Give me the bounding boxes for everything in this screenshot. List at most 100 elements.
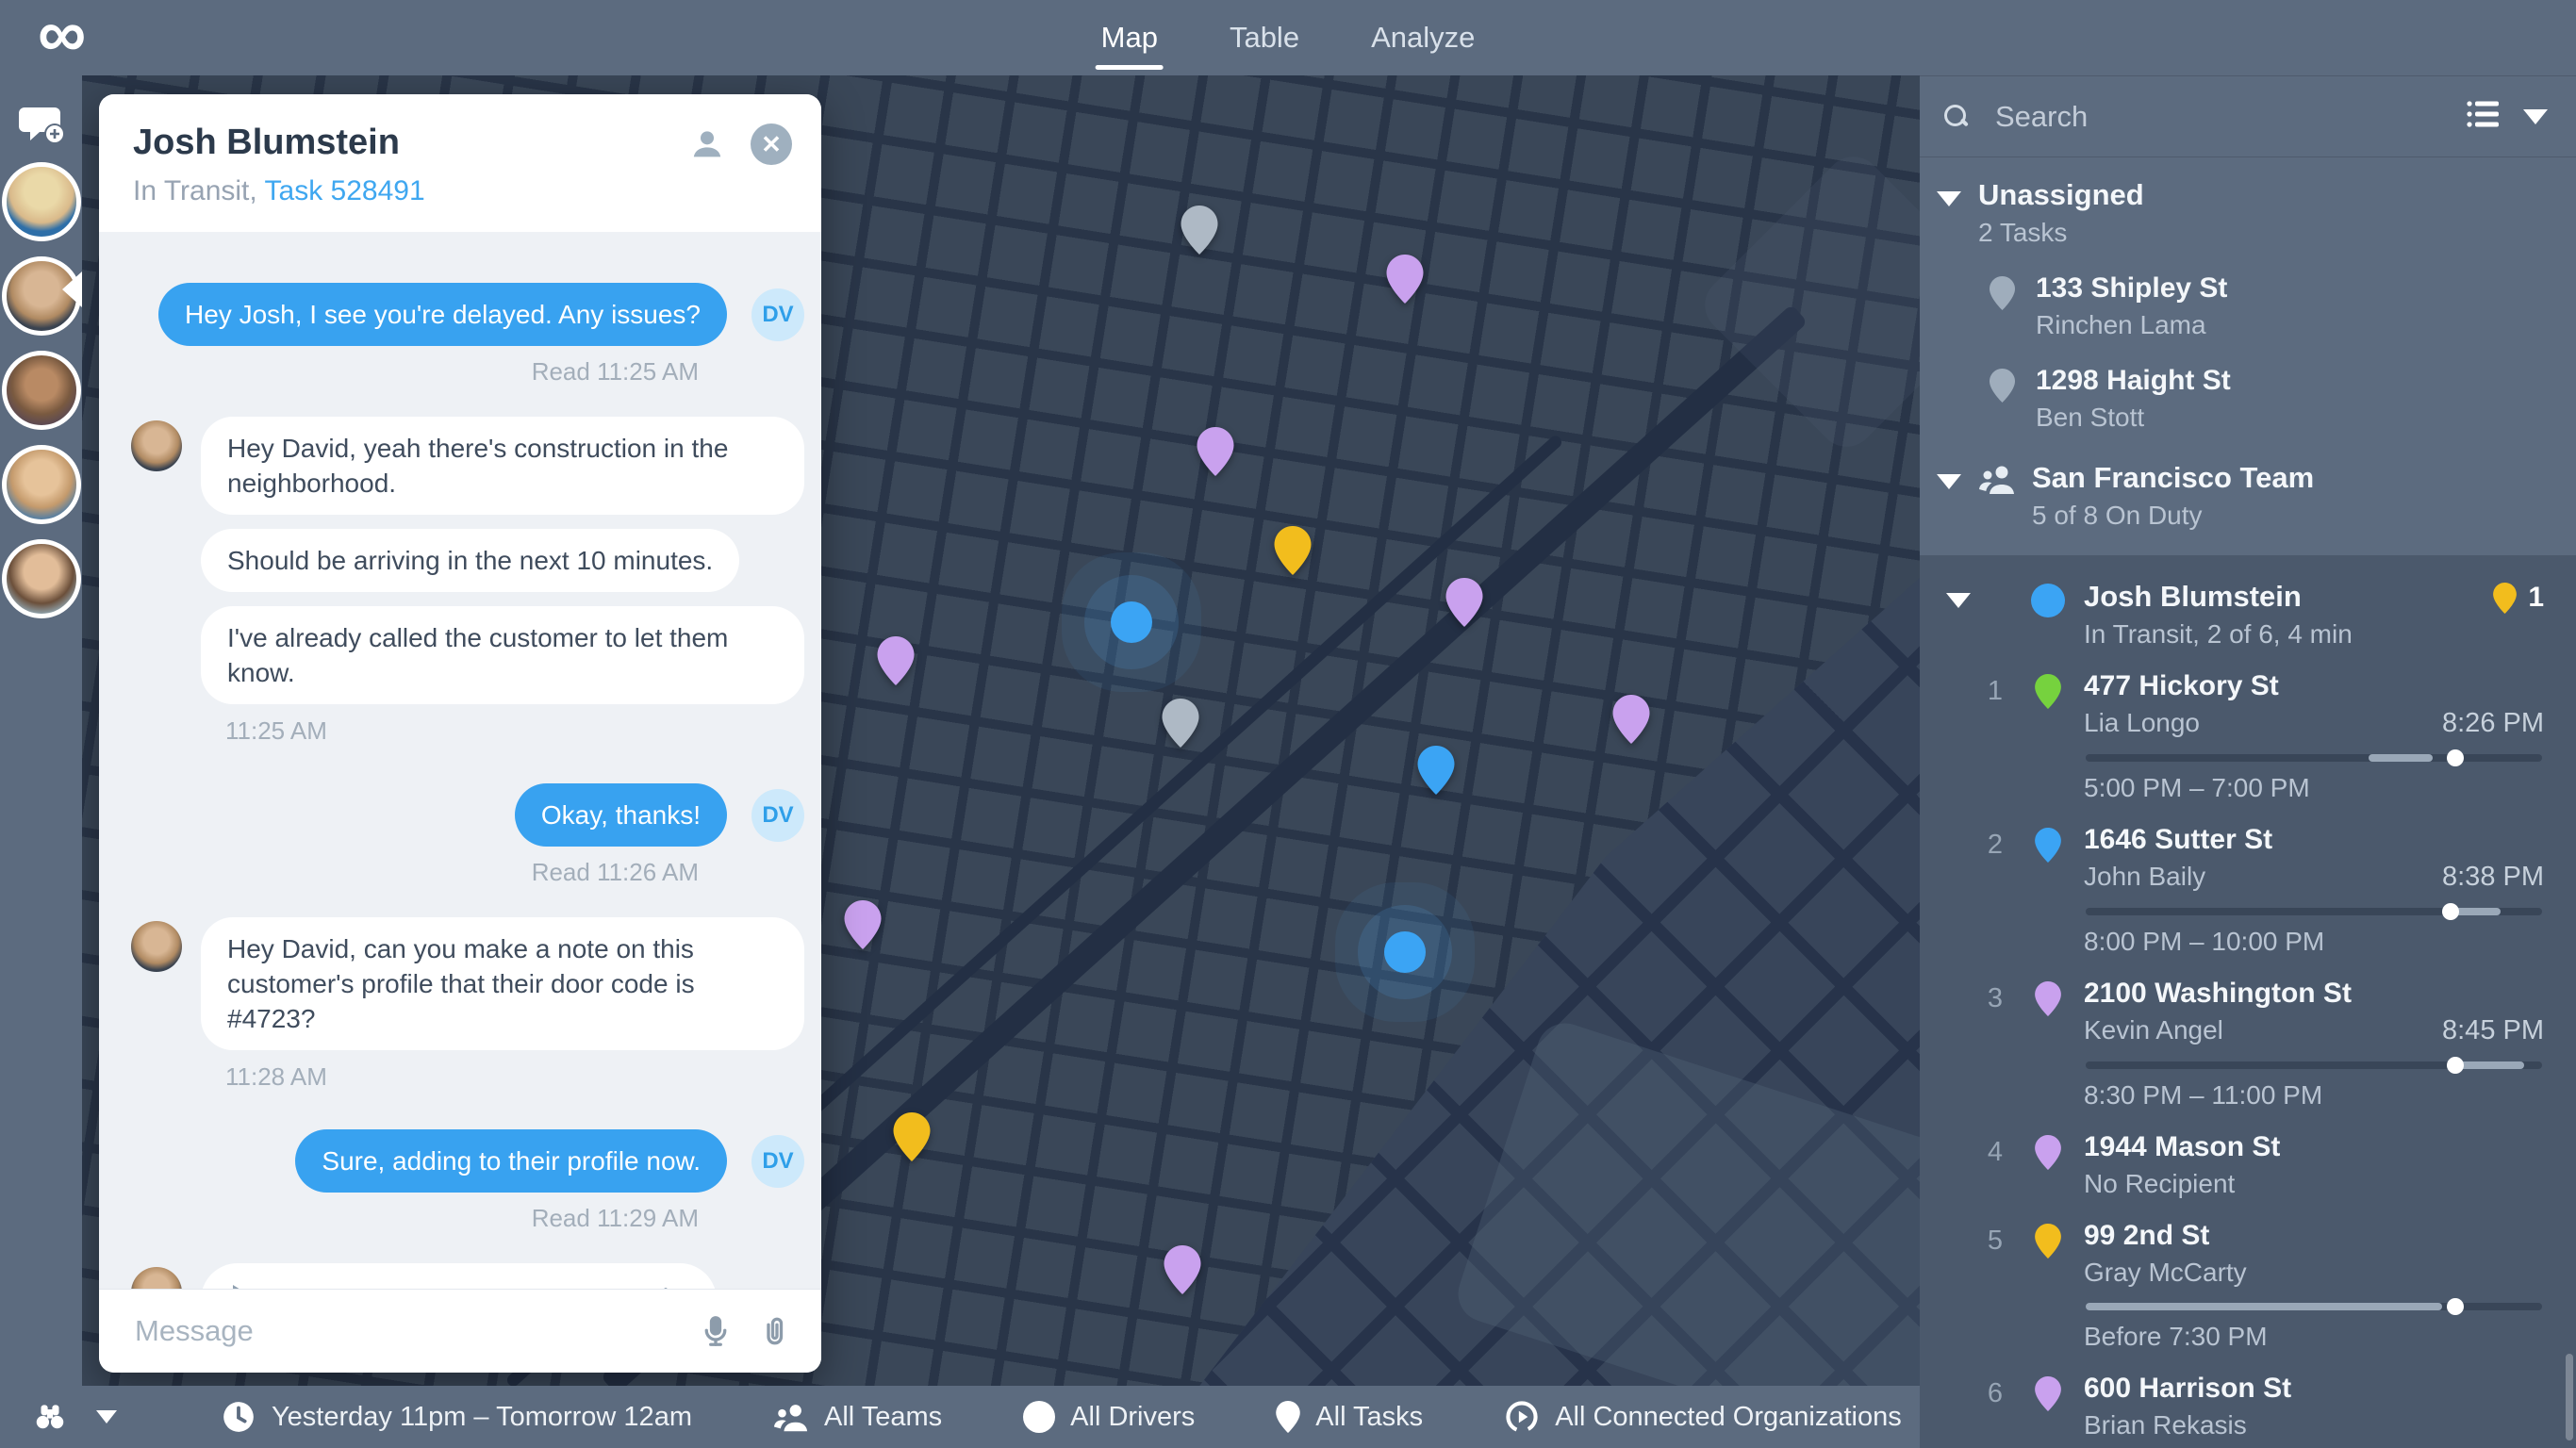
map-driver-location-dot[interactable] xyxy=(1384,931,1426,973)
map-task-pin[interactable] xyxy=(1446,578,1483,627)
caret-down-icon xyxy=(96,1410,117,1423)
task-pin-icon xyxy=(2035,1135,2061,1170)
chat-input-bar xyxy=(99,1289,821,1373)
task-row[interactable]: 3 2100 Washington St Kevin Angel8:45 PM … xyxy=(1920,957,2576,1111)
map-task-pin[interactable] xyxy=(1387,255,1424,304)
tab-table[interactable]: Table xyxy=(1230,0,1299,75)
scrollbar-thumb[interactable] xyxy=(2566,1354,2573,1440)
sent-message-bubble: Sure, adding to their profile now. xyxy=(295,1129,727,1193)
received-message-bubble: Hey David, yeah there's construction in … xyxy=(201,417,804,515)
map-task-pin[interactable] xyxy=(878,636,915,685)
sidebar-search-row xyxy=(1920,76,2576,157)
map-task-pin[interactable] xyxy=(1164,1245,1201,1294)
map-task-pin[interactable] xyxy=(1275,526,1312,575)
map-task-pin[interactable] xyxy=(1181,206,1218,255)
date-range-label: Yesterday 11pm – Tomorrow 12am xyxy=(272,1402,692,1433)
received-message-bubble: Hey David, can you make a note on this c… xyxy=(201,917,804,1050)
task-number: 5 xyxy=(1976,1226,2014,1257)
task-recipient: Gray McCarty xyxy=(2084,1258,2544,1288)
tasks-label: All Tasks xyxy=(1315,1402,1423,1433)
group-subtitle: 5 of 8 On Duty xyxy=(2032,501,2542,531)
task-link[interactable]: Task 528491 xyxy=(265,175,425,206)
driver-avatar[interactable] xyxy=(2,351,81,430)
teams-filter[interactable]: All Teams xyxy=(773,1399,942,1435)
driver-avatar[interactable] xyxy=(2,445,81,524)
search-input[interactable] xyxy=(1993,99,2467,135)
sort-dropdown-caret[interactable] xyxy=(2523,109,2548,124)
group-team[interactable]: San Francisco Team 5 of 8 On Duty xyxy=(1920,433,2576,531)
task-number: 6 xyxy=(1976,1378,2014,1409)
attachment-paperclip-icon[interactable] xyxy=(753,1310,795,1352)
map-driver-location-dot[interactable] xyxy=(1111,601,1152,643)
chat-title: Josh Blumstein xyxy=(133,123,665,163)
task-row[interactable]: 1 477 Hickory St Lia Longo8:26 PM 5:00 P… xyxy=(1920,650,2576,803)
clock-icon xyxy=(221,1399,256,1435)
collapse-caret-icon[interactable] xyxy=(1937,191,1961,206)
sidebar-scroll-area[interactable]: Unassigned 2 Tasks 133 Shipley St Rinche… xyxy=(1920,157,2576,1448)
download-icon[interactable] xyxy=(647,1281,685,1289)
map-task-pin[interactable] xyxy=(894,1112,931,1161)
map-task-pin[interactable] xyxy=(1163,699,1199,748)
onfleet-logo-icon[interactable]: ∞ xyxy=(38,0,86,72)
collapse-caret-icon[interactable] xyxy=(1946,593,1971,608)
tasks-filter[interactable]: All Tasks xyxy=(1276,1401,1423,1433)
driver-dot-icon xyxy=(1023,1401,1055,1433)
teams-label: All Teams xyxy=(824,1402,942,1433)
message-input[interactable] xyxy=(133,1313,678,1349)
task-recipient: Rinchen Lama xyxy=(2036,310,2542,340)
task-address: 1944 Mason St xyxy=(2084,1131,2544,1163)
task-pin-icon xyxy=(2035,1224,2061,1259)
task-row[interactable]: 6 600 Harrison St Brian Rekasis xyxy=(1920,1352,2576,1440)
lookup-binoculars-filter[interactable] xyxy=(32,1399,117,1435)
driver-profile-icon[interactable] xyxy=(685,123,729,166)
date-range-filter[interactable]: Yesterday 11pm – Tomorrow 12am xyxy=(221,1399,692,1435)
driver-avatar[interactable] xyxy=(2,539,81,618)
unassigned-task-row[interactable]: 133 Shipley St Rinchen Lama xyxy=(1920,248,2576,340)
task-pin-icon xyxy=(2035,674,2061,709)
task-address: 1298 Haight St xyxy=(2036,365,2542,397)
organizations-filter[interactable]: All Connected Organizations xyxy=(1504,1399,1902,1435)
task-row[interactable]: 4 1944 Mason St No Recipient xyxy=(1920,1111,2576,1199)
task-time-window: 8:30 PM – 11:00 PM xyxy=(2084,1080,2544,1111)
chat-header: Josh Blumstein ✕ In Transit, Task 528491 xyxy=(99,94,821,232)
filter-bar: Yesterday 11pm – Tomorrow 12am All Teams… xyxy=(0,1386,1920,1448)
driver-avatar[interactable] xyxy=(2,162,81,241)
map-task-pin[interactable] xyxy=(1613,695,1650,744)
task-address: 1646 Sutter St xyxy=(2084,824,2544,856)
read-receipt: Read 11:25 AM xyxy=(131,357,804,387)
task-recipient: No Recipient xyxy=(2084,1169,2544,1199)
task-pin-icon xyxy=(2035,1376,2061,1411)
driver-status: In Transit, 2 of 6, 4 min xyxy=(2084,619,2542,650)
driver-message-avatar xyxy=(131,420,182,471)
map-task-pin[interactable] xyxy=(1197,427,1234,476)
pending-task-badge: 1 xyxy=(2493,582,2544,614)
drivers-filter[interactable]: All Drivers xyxy=(1023,1401,1195,1433)
received-message-bubble: I've already called the customer to let … xyxy=(201,606,804,704)
collapse-caret-icon[interactable] xyxy=(1937,474,1961,489)
tab-analyze[interactable]: Analyze xyxy=(1371,0,1475,75)
task-row[interactable]: 2 1646 Sutter St John Baily8:38 PM 8:00 … xyxy=(1920,803,2576,957)
active-chat-pointer xyxy=(62,272,82,307)
task-recipient: John Baily xyxy=(2084,862,2205,893)
close-icon[interactable]: ✕ xyxy=(750,123,793,166)
map-task-pin[interactable] xyxy=(845,900,882,949)
sender-avatar-initials: DV xyxy=(751,789,804,842)
read-receipt: Read 11:29 AM xyxy=(131,1204,804,1233)
speaker-icon[interactable] xyxy=(586,1281,624,1289)
drivers-label: All Drivers xyxy=(1070,1402,1195,1433)
driver-name: Josh Blumstein xyxy=(2084,580,2542,614)
badge-pin-icon xyxy=(2493,583,2517,614)
task-address: 133 Shipley St xyxy=(2036,272,2542,304)
audio-message-player: 0:00 / 0:17 xyxy=(201,1263,717,1289)
map-task-pin[interactable] xyxy=(1418,746,1455,795)
message-timestamp: 11:25 AM xyxy=(225,716,804,746)
group-title: Unassigned xyxy=(1978,178,2542,212)
group-unassigned[interactable]: Unassigned 2 Tasks xyxy=(1920,157,2576,248)
unassigned-task-row[interactable]: 1298 Haight St Ben Stott xyxy=(1920,340,2576,433)
new-chat-icon[interactable] xyxy=(17,104,66,147)
microphone-icon[interactable] xyxy=(695,1310,736,1352)
tab-map[interactable]: Map xyxy=(1101,0,1158,75)
driver-row-josh[interactable]: Josh Blumstein In Transit, 2 of 6, 4 min… xyxy=(1920,572,2576,650)
task-row[interactable]: 5 99 2nd St Gray McCarty Before 7:30 PM xyxy=(1920,1199,2576,1352)
list-view-icon[interactable] xyxy=(2467,100,2499,133)
